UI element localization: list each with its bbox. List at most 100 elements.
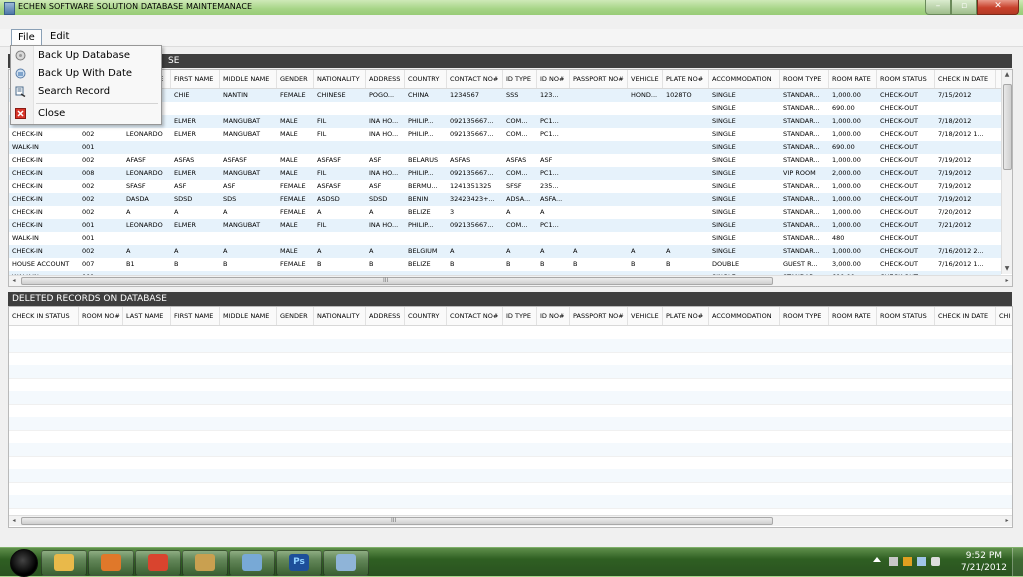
- table-cell[interactable]: [277, 102, 314, 115]
- table-cell[interactable]: [277, 232, 314, 245]
- table-cell[interactable]: BENIN: [405, 193, 447, 206]
- table-cell[interactable]: [570, 180, 628, 193]
- menu-item-backup-with-date[interactable]: Back Up With Date: [11, 65, 161, 83]
- table-cell[interactable]: [628, 180, 663, 193]
- table-cell[interactable]: 7/20/2012: [935, 206, 996, 219]
- scroll-right-arrow-icon[interactable]: ▸: [1002, 276, 1012, 286]
- table-cell[interactable]: [570, 115, 628, 128]
- table-cell[interactable]: BELGIUM: [405, 245, 447, 258]
- table-cell[interactable]: PHILIP...: [405, 115, 447, 128]
- column-header[interactable]: NATIONALITY: [314, 70, 366, 88]
- menu-file[interactable]: File: [11, 29, 42, 46]
- table-cell[interactable]: SINGLE: [709, 206, 780, 219]
- column-header[interactable]: CHECK IN DATE: [935, 307, 996, 325]
- table-cell[interactable]: [663, 180, 709, 193]
- table-cell[interactable]: [570, 89, 628, 102]
- table-cell[interactable]: [366, 102, 405, 115]
- table-cell[interactable]: A: [503, 245, 537, 258]
- table-cell[interactable]: CHINESE: [314, 89, 366, 102]
- table-cell[interactable]: [220, 141, 277, 154]
- table-cell[interactable]: A: [366, 245, 405, 258]
- deleted-records-grid[interactable]: CHECK IN STATUS ROOM NO# LAST NAME FIRST NA…: [8, 306, 1013, 528]
- table-cell[interactable]: MANGUBAT: [220, 115, 277, 128]
- table-cell[interactable]: B: [447, 258, 503, 271]
- table-cell[interactable]: B: [314, 258, 366, 271]
- minimize-button[interactable]: –: [925, 0, 951, 15]
- table-cell[interactable]: HOND...: [628, 89, 663, 102]
- table-cell[interactable]: CHECK-OUT: [877, 206, 935, 219]
- table-cell[interactable]: 3,000.00: [829, 258, 877, 271]
- table-cell[interactable]: 001: [79, 219, 123, 232]
- table-cell[interactable]: B1: [123, 258, 171, 271]
- network-icon[interactable]: [917, 557, 926, 566]
- table-cell[interactable]: STANDAR...: [780, 232, 829, 245]
- table-cell[interactable]: [537, 102, 570, 115]
- table-cell[interactable]: [663, 167, 709, 180]
- table-cell[interactable]: [628, 232, 663, 245]
- menu-item-backup-database[interactable]: Back Up Database: [11, 47, 161, 65]
- table-cell[interactable]: A: [220, 206, 277, 219]
- column-header[interactable]: NATIONALITY: [314, 307, 366, 325]
- column-header[interactable]: ID TYPE: [503, 70, 537, 88]
- table-cell[interactable]: [405, 141, 447, 154]
- table-row[interactable]: HOUSE ACCOUNT 007 B1 B B FEMALE B B BELIZE B B B B B B…: [9, 258, 1001, 271]
- column-header[interactable]: MIDDLE NAME: [220, 70, 277, 88]
- column-header[interactable]: CONTACT NO#: [447, 70, 503, 88]
- taskbar-button[interactable]: [229, 550, 275, 576]
- table-cell[interactable]: CHECK-IN: [9, 219, 79, 232]
- table-cell[interactable]: 480: [829, 232, 877, 245]
- table-cell[interactable]: MALE: [277, 245, 314, 258]
- table-cell[interactable]: A: [314, 245, 366, 258]
- table-cell[interactable]: 1,000.00: [829, 245, 877, 258]
- table-row[interactable]: WALK-IN 001 SINGLE STANDAR... 480 CHECK-OUT: [9, 232, 1001, 245]
- table-cell[interactable]: INA HO...: [366, 219, 405, 232]
- table-cell[interactable]: A: [663, 245, 709, 258]
- table-cell[interactable]: ASF: [366, 154, 405, 167]
- table-cell[interactable]: SINGLE: [709, 193, 780, 206]
- table-cell[interactable]: DASDA: [123, 193, 171, 206]
- table-cell[interactable]: CHECK-OUT: [877, 219, 935, 232]
- column-header[interactable]: ROOM STATUS: [877, 307, 935, 325]
- taskbar-button[interactable]: Ps: [276, 550, 322, 576]
- table-cell[interactable]: [570, 232, 628, 245]
- table-cell[interactable]: FEMALE: [277, 180, 314, 193]
- show-desktop-button[interactable]: [1012, 548, 1023, 576]
- records-horizontal-scrollbar[interactable]: ◂ III ▸: [9, 275, 1012, 286]
- table-cell[interactable]: 7/21/2012: [935, 219, 996, 232]
- table-cell[interactable]: SFASF: [123, 180, 171, 193]
- table-cell[interactable]: SINGLE: [709, 128, 780, 141]
- table-cell[interactable]: [277, 141, 314, 154]
- table-cell[interactable]: [405, 232, 447, 245]
- table-cell[interactable]: [628, 102, 663, 115]
- table-row[interactable]: CHECK-IN 002 AFASF ASFAS ASFASF MALE ASFASF ASF…: [9, 154, 1001, 167]
- horizontal-scroll-thumb[interactable]: [21, 517, 773, 525]
- scroll-left-arrow-icon[interactable]: ◂: [9, 516, 19, 526]
- table-cell[interactable]: NANTIN: [220, 89, 277, 102]
- table-cell[interactable]: SINGLE: [709, 115, 780, 128]
- column-header[interactable]: PLATE NO#: [663, 307, 709, 325]
- column-header[interactable]: GENDER: [277, 307, 314, 325]
- table-cell[interactable]: [663, 232, 709, 245]
- table-cell[interactable]: A: [447, 245, 503, 258]
- table-cell[interactable]: CHINA: [405, 89, 447, 102]
- table-cell[interactable]: [663, 154, 709, 167]
- table-cell[interactable]: 002: [79, 154, 123, 167]
- table-cell[interactable]: DOUBLE: [709, 258, 780, 271]
- table-cell[interactable]: [537, 141, 570, 154]
- table-cell[interactable]: PHILIP...: [405, 219, 447, 232]
- table-row[interactable]: CHECK-IN 002 DASDA SDSD SDS FEMALE ASDSD SDSD BE…: [9, 193, 1001, 206]
- table-cell[interactable]: [447, 102, 503, 115]
- table-cell[interactable]: 1,000.00: [829, 128, 877, 141]
- table-cell[interactable]: 007: [79, 258, 123, 271]
- table-cell[interactable]: STANDAR...: [780, 128, 829, 141]
- table-cell[interactable]: INA HO...: [366, 167, 405, 180]
- table-cell[interactable]: 7/15/2012: [935, 89, 996, 102]
- table-cell[interactable]: ASFAS: [503, 154, 537, 167]
- table-cell[interactable]: [314, 141, 366, 154]
- column-header[interactable]: ROOM TYPE: [780, 307, 829, 325]
- table-cell[interactable]: PC1...: [537, 128, 570, 141]
- table-cell[interactable]: [628, 206, 663, 219]
- table-cell[interactable]: B: [366, 258, 405, 271]
- table-cell[interactable]: STANDAR...: [780, 245, 829, 258]
- table-cell[interactable]: 002: [79, 206, 123, 219]
